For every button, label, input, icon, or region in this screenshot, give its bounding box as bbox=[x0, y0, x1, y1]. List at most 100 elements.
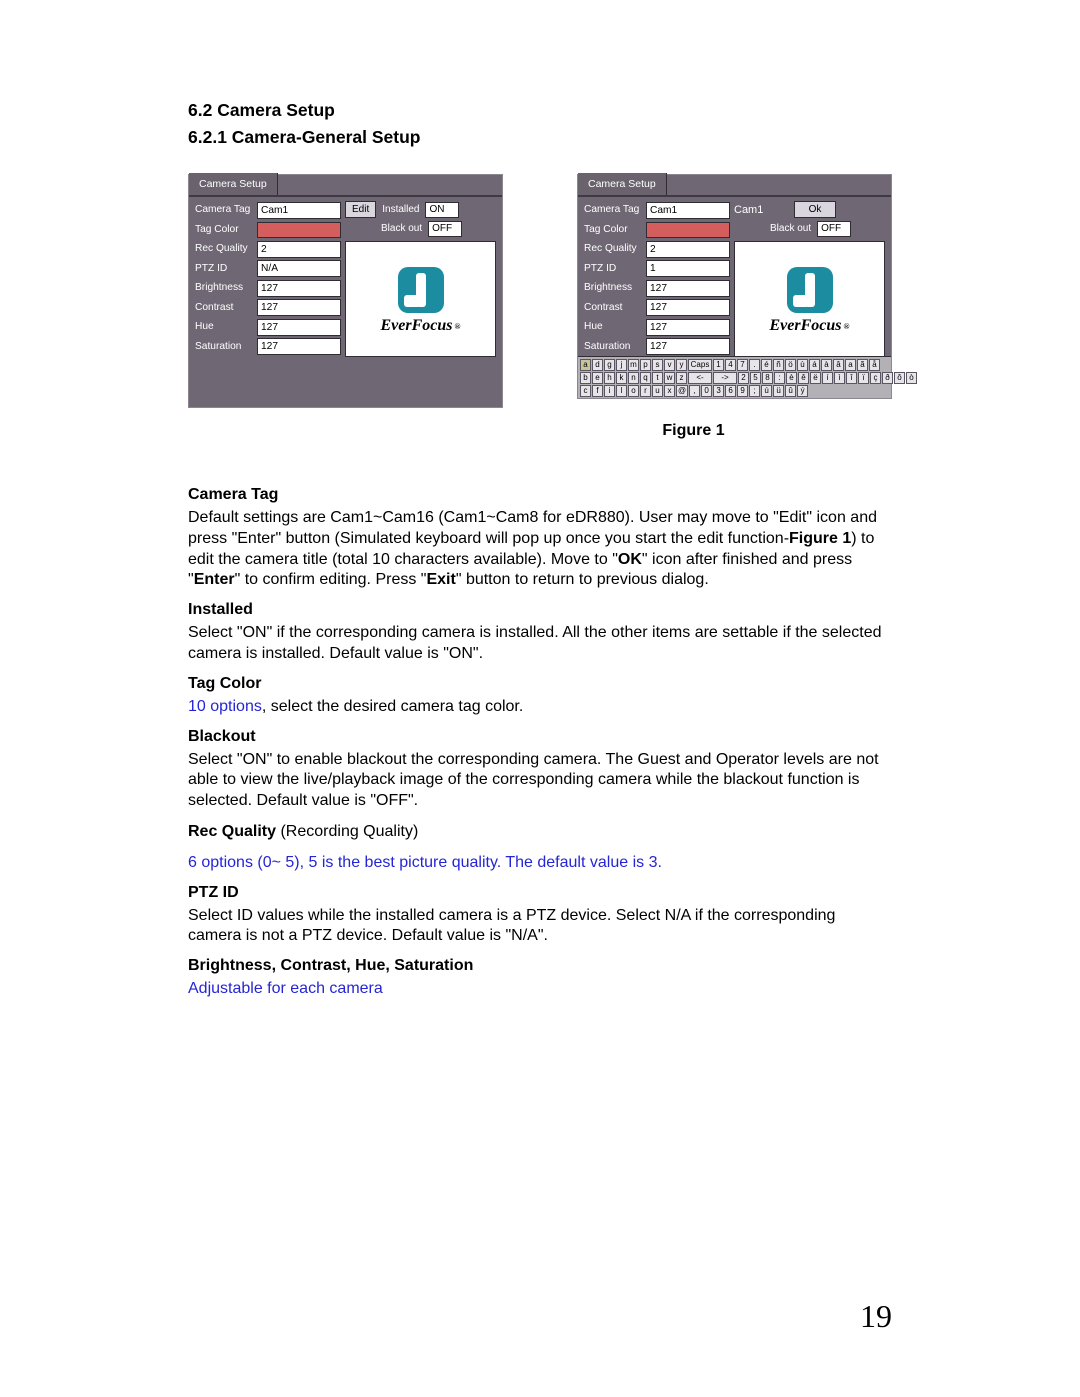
keyboard-key[interactable]: p bbox=[640, 359, 651, 371]
keyboard-key[interactable]: x bbox=[664, 385, 675, 397]
edit-text-field[interactable]: Cam1 bbox=[734, 203, 790, 217]
input-saturation[interactable]: 127 bbox=[257, 338, 341, 355]
label-contrast: Contrast bbox=[584, 301, 646, 315]
keyboard-key[interactable]: 2 bbox=[738, 372, 749, 384]
para-tag-color: 10 options, select the desired camera ta… bbox=[188, 697, 892, 718]
keyboard-key[interactable]: t bbox=[652, 372, 663, 384]
keyboard-key[interactable]: 0 bbox=[701, 385, 712, 397]
label-ptz-id: PTZ ID bbox=[195, 262, 257, 276]
keyboard-key[interactable]: h bbox=[604, 372, 615, 384]
keyboard-key[interactable]: a bbox=[580, 359, 591, 371]
keyboard-key[interactable]: n bbox=[628, 372, 639, 384]
input-ptz-id[interactable]: N/A bbox=[257, 260, 341, 277]
input-rec-quality[interactable]: 2 bbox=[257, 241, 341, 258]
keyboard-key[interactable]: ñ bbox=[773, 359, 784, 371]
keyboard-key[interactable]: 3 bbox=[713, 385, 724, 397]
swatch-tag-color[interactable] bbox=[646, 222, 730, 238]
value-blackout[interactable]: OFF bbox=[817, 221, 851, 237]
keyboard-key[interactable]: d bbox=[592, 359, 603, 371]
keyboard-key[interactable]: q bbox=[640, 372, 651, 384]
keyboard-key[interactable]: c bbox=[580, 385, 591, 397]
keyboard-key[interactable]: 4 bbox=[725, 359, 736, 371]
keyboard-key[interactable]: , bbox=[689, 385, 700, 397]
keyboard-row: cfilorux@,0369;úüûý bbox=[580, 385, 889, 397]
keyboard-key[interactable]: y bbox=[676, 359, 687, 371]
keyboard-key[interactable]: é bbox=[761, 359, 772, 371]
keyboard-key[interactable]: a bbox=[845, 359, 856, 371]
keyboard-key[interactable]: 6 bbox=[725, 385, 736, 397]
keyboard-key[interactable]: b bbox=[580, 372, 591, 384]
value-installed[interactable]: ON bbox=[425, 202, 459, 218]
keyboard-key[interactable]: à bbox=[821, 359, 832, 371]
keyboard-key[interactable]: í bbox=[822, 372, 833, 384]
keyboard-key[interactable]: j bbox=[616, 359, 627, 371]
swatch-tag-color[interactable] bbox=[257, 222, 341, 238]
everfocus-icon bbox=[787, 267, 833, 313]
keyboard-key[interactable]: u bbox=[652, 385, 663, 397]
keyboard-key[interactable]: 5 bbox=[750, 372, 761, 384]
keyboard-key[interactable]: á bbox=[809, 359, 820, 371]
keyboard-key[interactable]: ü bbox=[773, 385, 784, 397]
keyboard-key[interactable]: z bbox=[676, 372, 687, 384]
keyboard-key[interactable]: : bbox=[774, 372, 785, 384]
tab-camera-setup[interactable]: Camera Setup bbox=[189, 173, 278, 195]
keyboard-key[interactable]: å bbox=[869, 359, 880, 371]
input-brightness[interactable]: 127 bbox=[257, 280, 341, 297]
keyboard-key[interactable]: ï bbox=[858, 372, 869, 384]
edit-button[interactable]: Edit bbox=[345, 201, 376, 218]
keyboard-key[interactable]: w bbox=[664, 372, 675, 384]
keyboard-key[interactable]: e bbox=[592, 372, 603, 384]
input-brightness[interactable]: 127 bbox=[646, 280, 730, 297]
keyboard-key[interactable]: ý bbox=[797, 385, 808, 397]
keyboard-key[interactable]: m bbox=[628, 359, 639, 371]
keyboard-key[interactable]: 7 bbox=[737, 359, 748, 371]
input-contrast[interactable]: 127 bbox=[646, 299, 730, 316]
keyboard-key[interactable]: ã bbox=[857, 359, 868, 371]
keyboard-key[interactable]: l bbox=[616, 385, 627, 397]
keyboard-key[interactable]: <- bbox=[688, 372, 712, 384]
input-camera-tag[interactable]: Cam1 bbox=[257, 202, 341, 219]
keyboard-key[interactable]: 8 bbox=[762, 372, 773, 384]
keyboard-key[interactable]: ë bbox=[810, 372, 821, 384]
keyboard-key[interactable]: â bbox=[833, 359, 844, 371]
keyboard-key[interactable]: r bbox=[640, 385, 651, 397]
keyboard-key[interactable]: ú bbox=[761, 385, 772, 397]
keyboard-key[interactable]: i bbox=[604, 385, 615, 397]
keyboard-key[interactable]: ; bbox=[749, 385, 760, 397]
label-hue: Hue bbox=[584, 320, 646, 334]
keyboard-key[interactable]: ð bbox=[882, 372, 893, 384]
value-blackout[interactable]: OFF bbox=[428, 221, 462, 237]
input-ptz-id[interactable]: 1 bbox=[646, 260, 730, 277]
keyboard-key[interactable]: f bbox=[592, 385, 603, 397]
keyboard-key[interactable]: î bbox=[846, 372, 857, 384]
keyboard-key[interactable]: ê bbox=[798, 372, 809, 384]
keyboard-key[interactable]: -> bbox=[713, 372, 737, 384]
keyboard-key[interactable]: ò bbox=[906, 372, 917, 384]
input-camera-tag[interactable]: Cam1 bbox=[646, 202, 730, 219]
keyboard-key[interactable]: ù bbox=[797, 359, 808, 371]
keyboard-key[interactable]: Caps bbox=[688, 359, 712, 371]
input-saturation[interactable]: 127 bbox=[646, 338, 730, 355]
keyboard-key[interactable]: ì bbox=[834, 372, 845, 384]
keyboard-key[interactable]: û bbox=[785, 385, 796, 397]
keyboard-key[interactable]: ö bbox=[785, 359, 796, 371]
keyboard-key[interactable]: g bbox=[604, 359, 615, 371]
keyboard-key[interactable]: @ bbox=[676, 385, 688, 397]
keyboard-key[interactable]: s bbox=[652, 359, 663, 371]
keyboard-key[interactable]: 1 bbox=[713, 359, 724, 371]
keyboard-key[interactable]: . bbox=[749, 359, 760, 371]
keyboard-key[interactable]: o bbox=[628, 385, 639, 397]
keyboard-key[interactable]: k bbox=[616, 372, 627, 384]
keyboard-key[interactable]: v bbox=[664, 359, 675, 371]
input-rec-quality[interactable]: 2 bbox=[646, 241, 730, 258]
input-hue[interactable]: 127 bbox=[646, 319, 730, 336]
keyboard-key[interactable]: ô bbox=[894, 372, 905, 384]
input-contrast[interactable]: 127 bbox=[257, 299, 341, 316]
form-column: Camera TagCam1 Tag Color Rec Quality2 PT… bbox=[584, 201, 730, 357]
keyboard-key[interactable]: ç bbox=[870, 372, 881, 384]
keyboard-key[interactable]: 9 bbox=[737, 385, 748, 397]
ok-button[interactable]: Ok bbox=[794, 201, 836, 218]
input-hue[interactable]: 127 bbox=[257, 319, 341, 336]
keyboard-key[interactable]: è bbox=[786, 372, 797, 384]
tab-camera-setup[interactable]: Camera Setup bbox=[578, 173, 667, 195]
